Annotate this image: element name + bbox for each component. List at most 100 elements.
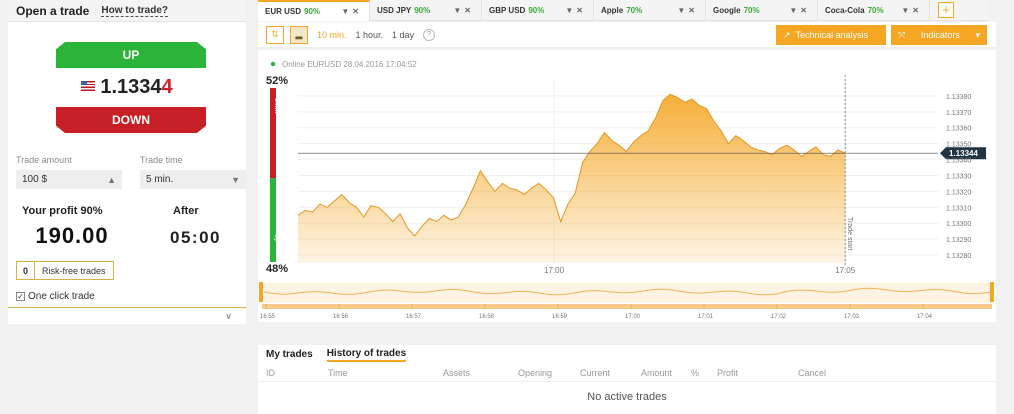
tab-controls-icon[interactable]: ▼✕ bbox=[565, 6, 586, 15]
trades-panel: My trades History of trades ID Time Asse… bbox=[258, 345, 996, 414]
navigator-time-label: 17:00 bbox=[625, 314, 641, 320]
help-icon[interactable]: ? bbox=[423, 28, 436, 41]
stepper-arrows-icon[interactable]: ▲︎ bbox=[107, 175, 116, 185]
navigator-time-label: 16:57 bbox=[406, 314, 422, 320]
us-flag-icon bbox=[81, 80, 96, 91]
tab-label: Coca-Cola bbox=[825, 6, 865, 15]
tab-label: EUR USD bbox=[265, 7, 302, 16]
y-tick-label: 1.13330 bbox=[946, 173, 971, 180]
navigator-right-handle[interactable] bbox=[990, 282, 994, 302]
tab-controls-icon[interactable]: ▼✕ bbox=[789, 6, 810, 15]
tab-label: Google bbox=[713, 6, 741, 15]
col-opening: Opening bbox=[518, 367, 553, 378]
tab-google[interactable]: Google 70% ▼✕ bbox=[706, 0, 818, 21]
tab-history-of-trades[interactable]: History of trades bbox=[326, 348, 407, 362]
col-id: ID bbox=[266, 367, 275, 378]
down-percent: 52% bbox=[266, 75, 288, 87]
how-to-trade-link[interactable]: How to trade? bbox=[101, 5, 169, 17]
trade-amount-value: 100 $ bbox=[22, 174, 48, 185]
up-button[interactable]: UP bbox=[56, 42, 206, 68]
y-axis: 1.13380 1.13370 1.13360 1.13350 1.13340 1.133… bbox=[946, 94, 971, 260]
trade-amount-stepper[interactable]: 100 $ ▲︎ bbox=[16, 170, 122, 189]
profit-label: Your profit 90% bbox=[22, 205, 103, 217]
risk-free-trades-button[interactable]: 0 Risk-free trades bbox=[16, 261, 114, 280]
price-last-digit: 4 bbox=[161, 76, 173, 98]
panel-divider bbox=[8, 307, 246, 308]
tab-label: USD JPY bbox=[377, 6, 412, 15]
trade-time-value: 5 min. bbox=[146, 174, 174, 185]
tab-controls-icon[interactable]: ▼✕ bbox=[677, 6, 698, 15]
col-assets: Assets bbox=[443, 367, 471, 378]
x-tick-label: 17:05 bbox=[835, 266, 856, 275]
tab-payout: 90% bbox=[304, 7, 321, 16]
navigator-svg[interactable]: 16:55 16:56 16:57 16:58 16:59 17:00 17:01 17:02… bbox=[258, 280, 996, 322]
y-tick-label: 1.13340 bbox=[946, 158, 971, 165]
price-chart-svg[interactable]: Online EURUSD 28.04.2016 17:04:52 52% 48… bbox=[258, 50, 996, 280]
x-tick-label: 17:00 bbox=[544, 266, 565, 275]
open-trade-title: Open a trade bbox=[16, 3, 90, 18]
y-tick-label: 1.13310 bbox=[946, 205, 971, 212]
technical-analysis-label: Technical analysis bbox=[795, 30, 869, 40]
timeframe-10min[interactable]: 10 min. bbox=[317, 30, 347, 40]
x-axis: 17:00 17:05 bbox=[544, 266, 856, 275]
checkbox-check-icon[interactable]: ✓ bbox=[16, 292, 25, 301]
timeframe-1day[interactable]: 1 day bbox=[392, 30, 414, 40]
tab-apple[interactable]: Apple 70% ▼✕ bbox=[594, 0, 706, 21]
trades-table-header: ID Time Assets Opening Current Amount % … bbox=[258, 364, 996, 382]
y-tick-label: 1.13380 bbox=[946, 94, 971, 101]
down-bar-label: Down bbox=[273, 98, 279, 113]
indicators-label: Indicators bbox=[920, 30, 960, 40]
col-amount: Amount bbox=[641, 367, 673, 378]
tab-controls-icon[interactable]: ▼✕ bbox=[901, 6, 922, 15]
one-click-trade-checkbox[interactable]: ✓ One click trade bbox=[16, 291, 95, 302]
trade-amount-label: Trade amount bbox=[16, 155, 72, 165]
tab-my-trades[interactable]: My trades bbox=[266, 349, 313, 360]
y-tick-label: 1.13290 bbox=[946, 237, 971, 244]
add-tab-plus-icon[interactable]: + bbox=[938, 2, 954, 18]
price-area bbox=[298, 94, 846, 263]
one-click-trade-label: One click trade bbox=[28, 291, 95, 302]
navigator-time-label: 17:03 bbox=[844, 314, 860, 320]
tab-gbp-usd[interactable]: GBP USD 90% ▼✕ bbox=[482, 0, 594, 21]
navigator-left-handle[interactable] bbox=[259, 282, 263, 302]
navigator-time-label: 17:01 bbox=[698, 314, 714, 320]
tab-coca-cola[interactable]: Coca-Cola 70% ▼✕ bbox=[818, 0, 930, 21]
tab-payout: 70% bbox=[867, 6, 884, 15]
trade-time-select[interactable]: 5 min. ▼ bbox=[140, 170, 246, 189]
down-button[interactable]: DOWN bbox=[56, 107, 206, 133]
indicators-button[interactable]: ⤧ Indicators ▾ bbox=[891, 25, 987, 45]
col-time: Time bbox=[328, 367, 348, 378]
tab-payout: 90% bbox=[528, 6, 545, 15]
tab-usd-jpy[interactable]: USD JPY 90% ▼✕ bbox=[370, 0, 482, 21]
chart-status-text: Online EURUSD 28.04.2016 17:04:52 bbox=[282, 60, 417, 69]
online-status-dot bbox=[270, 61, 276, 67]
candlestick-chart-icon[interactable]: ⇅ bbox=[266, 25, 284, 44]
navigator-time-label: 16:55 bbox=[260, 314, 276, 320]
y-tick-label: 1.13280 bbox=[946, 253, 971, 260]
tab-controls-icon[interactable]: ▼✕ bbox=[453, 6, 474, 15]
price-main: 1.1334 bbox=[100, 76, 162, 98]
expand-chevron-icon[interactable]: ∨ bbox=[225, 311, 232, 322]
tab-eur-usd[interactable]: EUR USD 90% ▼✕ bbox=[258, 0, 370, 21]
tab-controls-icon[interactable]: ▼✕ bbox=[341, 7, 362, 16]
tab-payout: 70% bbox=[743, 6, 760, 15]
time-navigator[interactable]: 16:55 16:56 16:57 16:58 16:59 17:00 17:01 17:02… bbox=[258, 280, 996, 322]
col-percent: % bbox=[691, 367, 700, 378]
col-current: Current bbox=[580, 367, 611, 378]
up-sentiment-bar bbox=[270, 178, 276, 262]
timeframe-1hour[interactable]: 1 hour. bbox=[356, 30, 384, 40]
asset-tabs: EUR USD 90% ▼✕ USD JPY 90% ▼✕ GBP USD 90% ▼✕ A… bbox=[258, 0, 988, 21]
trend-icon: ↗ bbox=[783, 29, 791, 40]
current-price: 1.13344 bbox=[8, 76, 246, 99]
technical-analysis-button[interactable]: ↗ Technical analysis bbox=[776, 25, 886, 45]
price-chart[interactable]: Online EURUSD 28.04.2016 17:04:52 52% 48… bbox=[258, 50, 996, 280]
y-tick-label: 1.13350 bbox=[946, 142, 971, 149]
trades-tabs: My trades History of trades bbox=[258, 345, 996, 364]
area-chart-icon[interactable]: ▂ bbox=[290, 25, 308, 44]
y-tick-label: 1.13360 bbox=[946, 126, 971, 133]
navigator-time-label: 17:04 bbox=[917, 314, 933, 320]
y-tick-label: 1.13370 bbox=[946, 110, 971, 117]
up-bar-label: Up bbox=[273, 234, 279, 242]
y-tick-label: 1.13300 bbox=[946, 221, 971, 228]
navigator-scrollbar[interactable] bbox=[262, 304, 992, 309]
